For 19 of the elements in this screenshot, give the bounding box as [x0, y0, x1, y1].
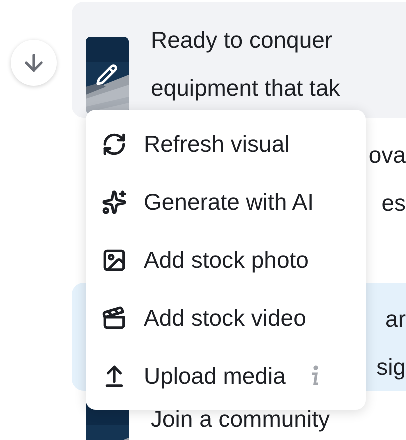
sparkle-icon [102, 190, 126, 214]
image-icon [102, 248, 126, 272]
menu-item[interactable]: Generate with AI [86, 173, 366, 231]
menu-item[interactable]: Add stock video [86, 289, 366, 347]
menu-item[interactable]: Refresh visual [86, 115, 366, 173]
edit-icon[interactable] [96, 64, 118, 86]
slide-text: ova [368, 141, 406, 170]
slide-text: ar [386, 305, 406, 334]
slide-text: equipment that tak [151, 74, 340, 103]
scroll-down-button[interactable] [11, 40, 57, 86]
clapperboard-icon [102, 306, 126, 330]
slide-text: Join a community [151, 405, 330, 434]
refresh-icon [102, 132, 126, 156]
slide-text: Ready to conquer [151, 26, 333, 55]
menu-item[interactable]: Upload media [86, 347, 366, 405]
hovered-slide-card[interactable]: Ready to conquer equipment that tak [72, 2, 406, 118]
slide-text: es [382, 189, 406, 218]
slide-text: sig [376, 353, 406, 382]
menu-item[interactable]: Add stock photo [86, 231, 366, 289]
